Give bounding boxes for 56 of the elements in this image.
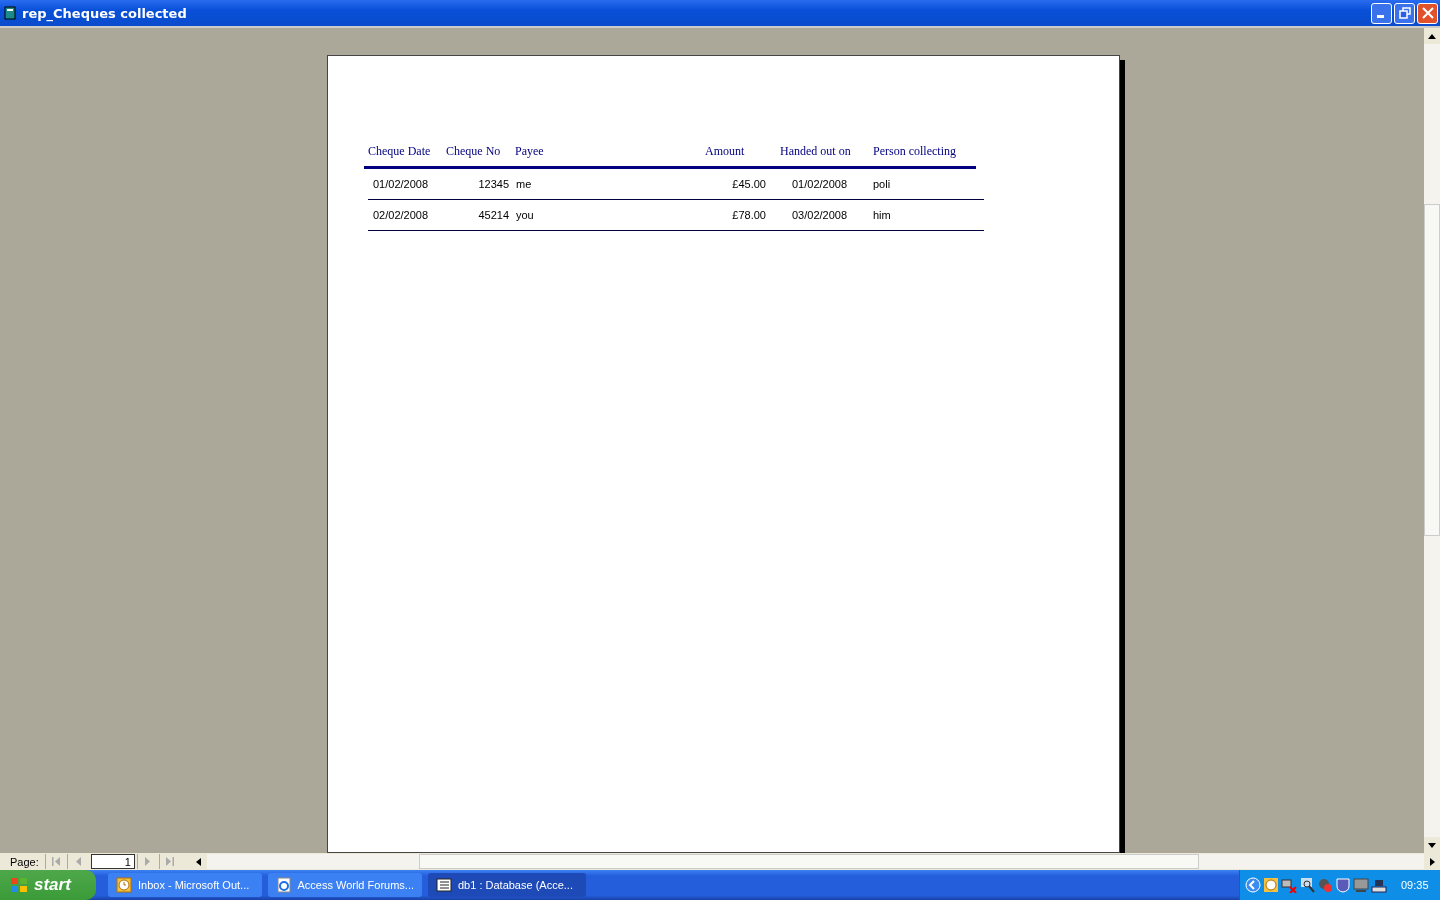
table-cell-text: 02/02/2008 [372, 209, 430, 221]
browser-icon [276, 877, 292, 893]
column-header: Handed out on [780, 144, 852, 160]
scroll-thumb[interactable] [418, 854, 1199, 869]
monitor-icon[interactable] [1353, 877, 1369, 893]
table-cell: him [873, 209, 891, 221]
table-cell-text: 12345 [477, 178, 509, 190]
table-cell-text: you [515, 209, 535, 221]
page-number-field[interactable]: 1 [90, 854, 135, 869]
windows-logo-icon [10, 877, 28, 893]
column-header: Amount [705, 144, 746, 160]
column-header: Payee [515, 144, 545, 160]
previous-icon [75, 857, 82, 866]
window-title: rep_Cheques collected [22, 5, 188, 21]
taskbar-button[interactable]: Access World Forums... [268, 873, 422, 897]
taskbar-button[interactable]: Inbox - Microsoft Out... [108, 873, 262, 897]
clock: 09:35 [1401, 879, 1429, 891]
page-label: Page: [9, 855, 40, 868]
network-icon[interactable] [1371, 877, 1387, 893]
table-cell-text: 03/02/2008 [791, 209, 849, 221]
taskbar-button[interactable]: db1 : Database (Acce... [428, 873, 586, 897]
clock-icon[interactable] [1263, 877, 1279, 893]
next-icon [145, 857, 152, 866]
horizontal-scrollbar[interactable] [190, 854, 1440, 869]
restore-button[interactable] [1394, 2, 1415, 24]
first-icon [52, 857, 61, 866]
start-button[interactable]: start [0, 870, 96, 900]
scroll-thumb[interactable] [1424, 204, 1440, 536]
close-icon [1421, 7, 1434, 19]
close-button[interactable] [1417, 2, 1438, 24]
table-cell-text: 01/02/2008 [791, 178, 849, 190]
minimize-button[interactable] [1371, 2, 1392, 24]
report-icon [4, 6, 16, 20]
shield-icon[interactable] [1335, 877, 1351, 893]
table-cell-text: £78.00 [731, 209, 766, 221]
column-header: Cheque No [446, 144, 502, 160]
table-cell-text: me [515, 178, 533, 190]
table-cell-text: 01/02/2008 [372, 178, 430, 190]
vertical-scrollbar[interactable] [1424, 28, 1440, 853]
database-window-icon [436, 877, 452, 893]
up-arrow-icon [1428, 33, 1436, 39]
last-icon [166, 857, 175, 866]
clock-icon [116, 877, 132, 893]
right-arrow-icon [1429, 857, 1435, 866]
table-cell-text: £45.00 [731, 178, 766, 190]
chevron-icon[interactable] [1245, 877, 1261, 893]
down-arrow-icon [1428, 842, 1436, 848]
column-header: Person collecting [873, 144, 956, 160]
left-arrow-icon [196, 857, 202, 866]
column-header: Cheque Date [368, 144, 432, 160]
restore-icon [1398, 7, 1411, 19]
magnifier-icon[interactable] [1299, 877, 1315, 893]
table-cell: poli [873, 178, 891, 190]
minimize-icon [1376, 15, 1384, 18]
network-error-icon[interactable] [1281, 877, 1297, 893]
table-cell-text: 45214 [477, 209, 509, 221]
